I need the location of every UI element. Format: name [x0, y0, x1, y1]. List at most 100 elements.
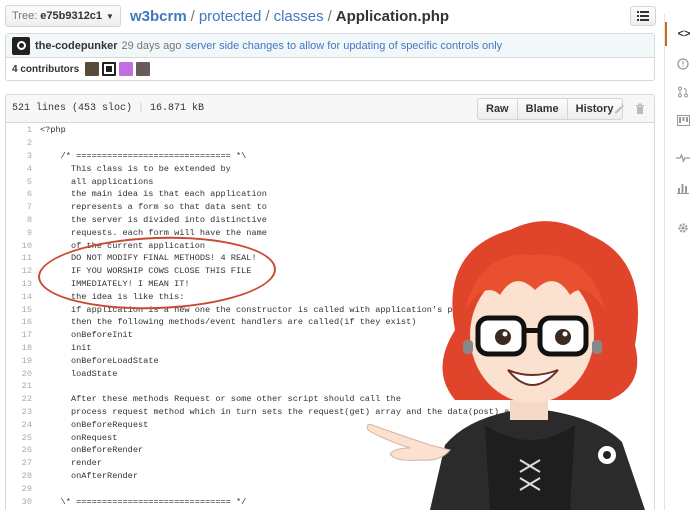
file-navigation: Tree: e75b9312c1 ▼ w3bcrm / protected / …: [0, 0, 664, 32]
line-number[interactable]: 17: [6, 330, 40, 340]
line-content: onRequest: [40, 432, 118, 443]
file-actions: Raw Blame History: [477, 98, 623, 120]
pull-request-icon[interactable]: [665, 80, 700, 104]
contributor-avatar[interactable]: [85, 62, 100, 76]
line-content: onBeforeRequest: [40, 419, 149, 430]
line-number[interactable]: 5: [6, 177, 40, 187]
line-content: /* ============================== *\: [40, 150, 247, 161]
breadcrumb-file: Application.php: [335, 7, 450, 25]
line-number[interactable]: 1: [6, 125, 40, 135]
code-line: 3 /* ============================== *\: [6, 150, 654, 163]
blame-button[interactable]: Blame: [517, 98, 568, 120]
breadcrumb-classes[interactable]: classes: [274, 8, 324, 25]
contributors-row: 4 contributors: [6, 58, 654, 80]
breadcrumb-separator: /: [265, 7, 270, 25]
file-size: 16.871 kB: [150, 103, 205, 114]
line-number[interactable]: 26: [6, 445, 40, 455]
line-number[interactable]: 29: [6, 484, 40, 494]
commit-message[interactable]: server side changes to allow for updatin…: [185, 40, 502, 52]
ear-piercing-icon: [592, 340, 602, 354]
left-eye: [495, 329, 511, 345]
code-line: 4 This class is to be extended by: [6, 162, 654, 175]
line-number[interactable]: 22: [6, 394, 40, 404]
line-number[interactable]: 30: [6, 497, 40, 507]
line-number[interactable]: 3: [6, 151, 40, 161]
line-number[interactable]: 20: [6, 369, 40, 379]
contributors-count[interactable]: 4 contributors: [12, 64, 79, 75]
breadcrumb-separator: /: [190, 7, 195, 25]
breadcrumb-protected[interactable]: protected: [199, 8, 262, 25]
line-content: all applications: [40, 176, 154, 187]
line-number[interactable]: 10: [6, 241, 40, 251]
line-number[interactable]: 13: [6, 279, 40, 289]
breadcrumb: w3bcrm / protected / classes / Applicati…: [130, 8, 449, 25]
caret-down-icon: ▼: [106, 11, 114, 21]
code-line: 5 all applications: [6, 175, 654, 188]
line-number[interactable]: 15: [6, 305, 40, 315]
line-content: the server is divided into distinctive: [40, 214, 267, 225]
pointing-hand: [366, 424, 451, 461]
breadcrumb-separator: /: [327, 7, 332, 25]
line-number[interactable]: 25: [6, 433, 40, 443]
line-number[interactable]: 18: [6, 343, 40, 353]
file-info-divider: |: [138, 103, 145, 114]
raw-button[interactable]: Raw: [477, 98, 518, 120]
tree-value: e75b9312c1: [40, 10, 103, 22]
commit-author[interactable]: the-codepunker: [35, 40, 118, 52]
contributor-avatars: [85, 62, 151, 76]
ear-piercing-icon: [463, 340, 473, 354]
line-number[interactable]: 21: [6, 381, 40, 391]
mascot-illustration: [366, 221, 645, 510]
project-icon[interactable]: [665, 108, 700, 132]
line-number[interactable]: 19: [6, 356, 40, 366]
line-content: onBeforeLoadState: [40, 355, 159, 366]
line-content: represents a form so that data sent to: [40, 202, 267, 213]
line-number[interactable]: 11: [6, 253, 40, 263]
contributor-avatar[interactable]: [119, 62, 134, 76]
line-number[interactable]: 16: [6, 317, 40, 327]
line-number[interactable]: 2: [6, 138, 40, 148]
trash-icon[interactable]: [634, 103, 646, 115]
right-eye: [555, 329, 571, 345]
author-avatar[interactable]: [12, 36, 30, 55]
line-content: <?php: [40, 125, 66, 136]
line-number[interactable]: 12: [6, 266, 40, 276]
line-number[interactable]: 27: [6, 458, 40, 468]
pulse-icon[interactable]: [665, 146, 700, 170]
line-content: This class is to be extended by: [40, 163, 231, 174]
contributor-avatar[interactable]: [136, 62, 151, 76]
code-icon[interactable]: <>: [665, 22, 700, 46]
graph-icon[interactable]: [665, 176, 700, 200]
tree-label: Tree:: [12, 10, 38, 22]
code-line: 6 the main idea is that each application: [6, 188, 654, 201]
line-number[interactable]: 8: [6, 215, 40, 225]
line-content: render: [40, 458, 102, 469]
line-content: After these methods Request or some othe…: [40, 394, 401, 405]
list-icon[interactable]: [630, 6, 656, 26]
line-number[interactable]: 23: [6, 407, 40, 417]
code-line: 2: [6, 137, 654, 150]
line-content: loadState: [40, 368, 118, 379]
code-line: 1 <?php: [6, 124, 654, 137]
breadcrumb-repo[interactable]: w3bcrm: [130, 8, 187, 25]
line-number[interactable]: 7: [6, 202, 40, 212]
line-number[interactable]: 4: [6, 164, 40, 174]
branch-select-button[interactable]: Tree: e75b9312c1 ▼: [5, 5, 121, 27]
line-content: init: [40, 342, 92, 353]
line-number[interactable]: 14: [6, 292, 40, 302]
file-lines-info: 521 lines (453 sloc): [12, 103, 133, 114]
commit-info: the-codepunker 29 days ago server side c…: [6, 34, 654, 58]
line-number[interactable]: 24: [6, 420, 40, 430]
commit-tease: the-codepunker 29 days ago server side c…: [5, 33, 655, 81]
commit-age: 29 days ago: [121, 39, 182, 52]
line-number[interactable]: 9: [6, 228, 40, 238]
line-content: \* ============================== */: [40, 496, 247, 507]
line-content: onBeforeInit: [40, 330, 133, 341]
line-number[interactable]: 28: [6, 471, 40, 481]
line-content: the main idea is that each application: [40, 189, 267, 200]
contributor-avatar[interactable]: [102, 62, 117, 76]
pencil-icon[interactable]: [613, 103, 625, 115]
line-content: onBeforeRender: [40, 445, 144, 456]
line-number[interactable]: 6: [6, 189, 40, 199]
issue-icon[interactable]: [665, 52, 700, 76]
